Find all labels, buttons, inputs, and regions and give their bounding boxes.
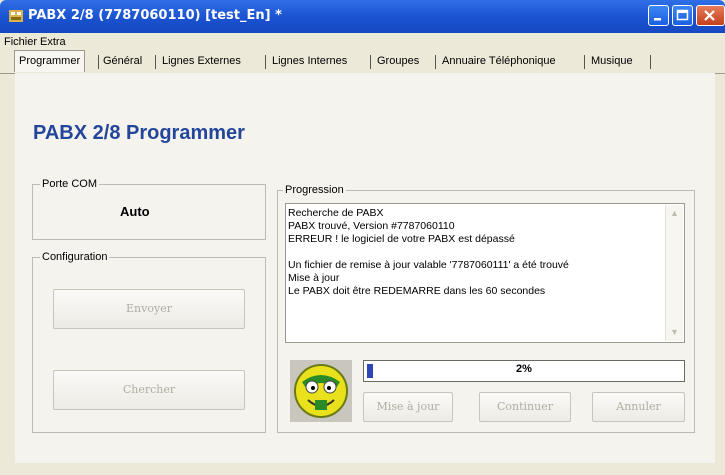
update-button[interactable]: Mise à jour [363,392,453,422]
log-line: Mise à jour [288,272,340,284]
title-bar[interactable]: PABX 2/8 (7787060110) [test_En] * [0,0,725,33]
menu-fichier[interactable]: Fichier [4,36,37,48]
page-title: PABX 2/8 Programmer [33,122,245,144]
send-button[interactable]: Envoyer [53,289,245,329]
maximize-button[interactable] [672,5,693,26]
search-button[interactable]: Chercher [53,370,245,410]
menu-bar: Fichier Extra [0,33,725,51]
tab-general[interactable]: Général [99,51,146,71]
tab-groupes[interactable]: Groupes [373,51,423,71]
tab-lignes-externes[interactable]: Lignes Externes [158,51,245,71]
log-line: Le PABX doit être REDEMARRE dans les 60 … [288,285,546,297]
maximize-icon [676,9,689,21]
tab-annuaire[interactable]: Annuaire Téléphonique [438,51,560,71]
log-line: PABX trouvé, Version #7787060110 [288,220,455,232]
progress-log[interactable]: Recherche de PABX PABX trouvé, Version #… [285,203,685,343]
close-button[interactable] [696,5,725,26]
app-icon [9,10,23,22]
com-port-value: Auto [120,204,150,219]
app-window: PABX 2/8 (7787060110) [test_En] * Fichie… [0,0,725,475]
tab-musique[interactable]: Musique [587,51,637,71]
continue-button[interactable]: Continuer [479,392,571,422]
com-port-label: Porte COM [40,178,100,190]
scroll-up-icon[interactable]: ▲ [666,205,683,222]
tab-programmer[interactable]: Programmer [14,50,86,72]
close-icon [704,10,715,21]
scroll-down-icon[interactable]: ▼ [666,324,683,341]
cancel-button[interactable]: Annuler [592,392,685,422]
progression-label: Progression [283,184,346,196]
menu-extra[interactable]: Extra [40,36,66,48]
window-title: PABX 2/8 (7787060110) [test_En] * [28,8,282,23]
status-face-icon [290,360,352,422]
configuration-label: Configuration [40,251,110,263]
progress-percent: 2% [516,363,532,375]
progress-bar: 2% [363,360,685,382]
log-line: ERREUR ! le logiciel de votre PABX est d… [288,233,515,245]
log-line: Un fichier de remise à jour valable '778… [288,259,569,271]
log-scrollbar[interactable]: ▲ ▼ [665,205,683,341]
tab-lignes-internes[interactable]: Lignes Internes [268,51,351,71]
log-line: Recherche de PABX [288,207,384,219]
minimize-button[interactable] [648,5,669,26]
tab-strip: Programmer Général Lignes Externes Ligne… [0,50,725,74]
minimize-icon [654,18,661,21]
